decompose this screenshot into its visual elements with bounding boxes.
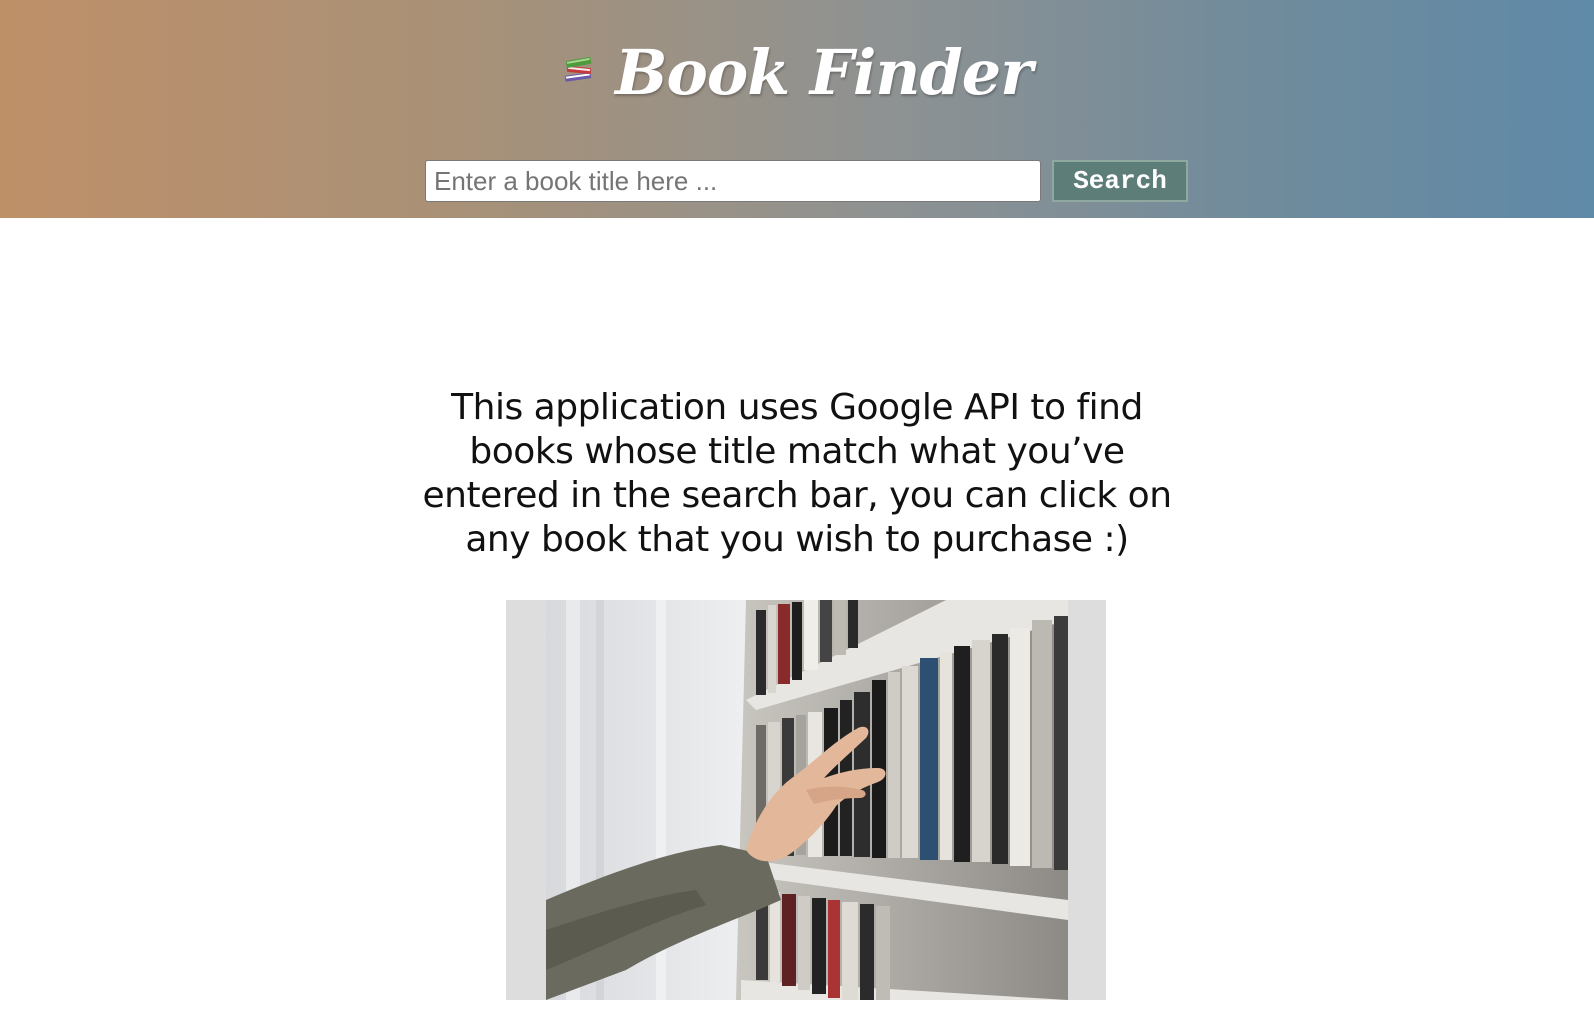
books-stack-icon — [562, 52, 596, 86]
brand: Book Finder — [0, 36, 1594, 109]
bookshelf-photo — [546, 600, 1068, 1000]
hero-image — [506, 600, 1106, 1000]
search-button[interactable]: Search — [1052, 160, 1188, 202]
header-banner: Book Finder Search — [0, 0, 1594, 218]
app-title: Book Finder — [615, 36, 1033, 109]
intro-description: This application uses Google API to find… — [422, 387, 1172, 560]
search-bar: Search — [425, 159, 1188, 203]
search-input[interactable] — [425, 160, 1041, 202]
